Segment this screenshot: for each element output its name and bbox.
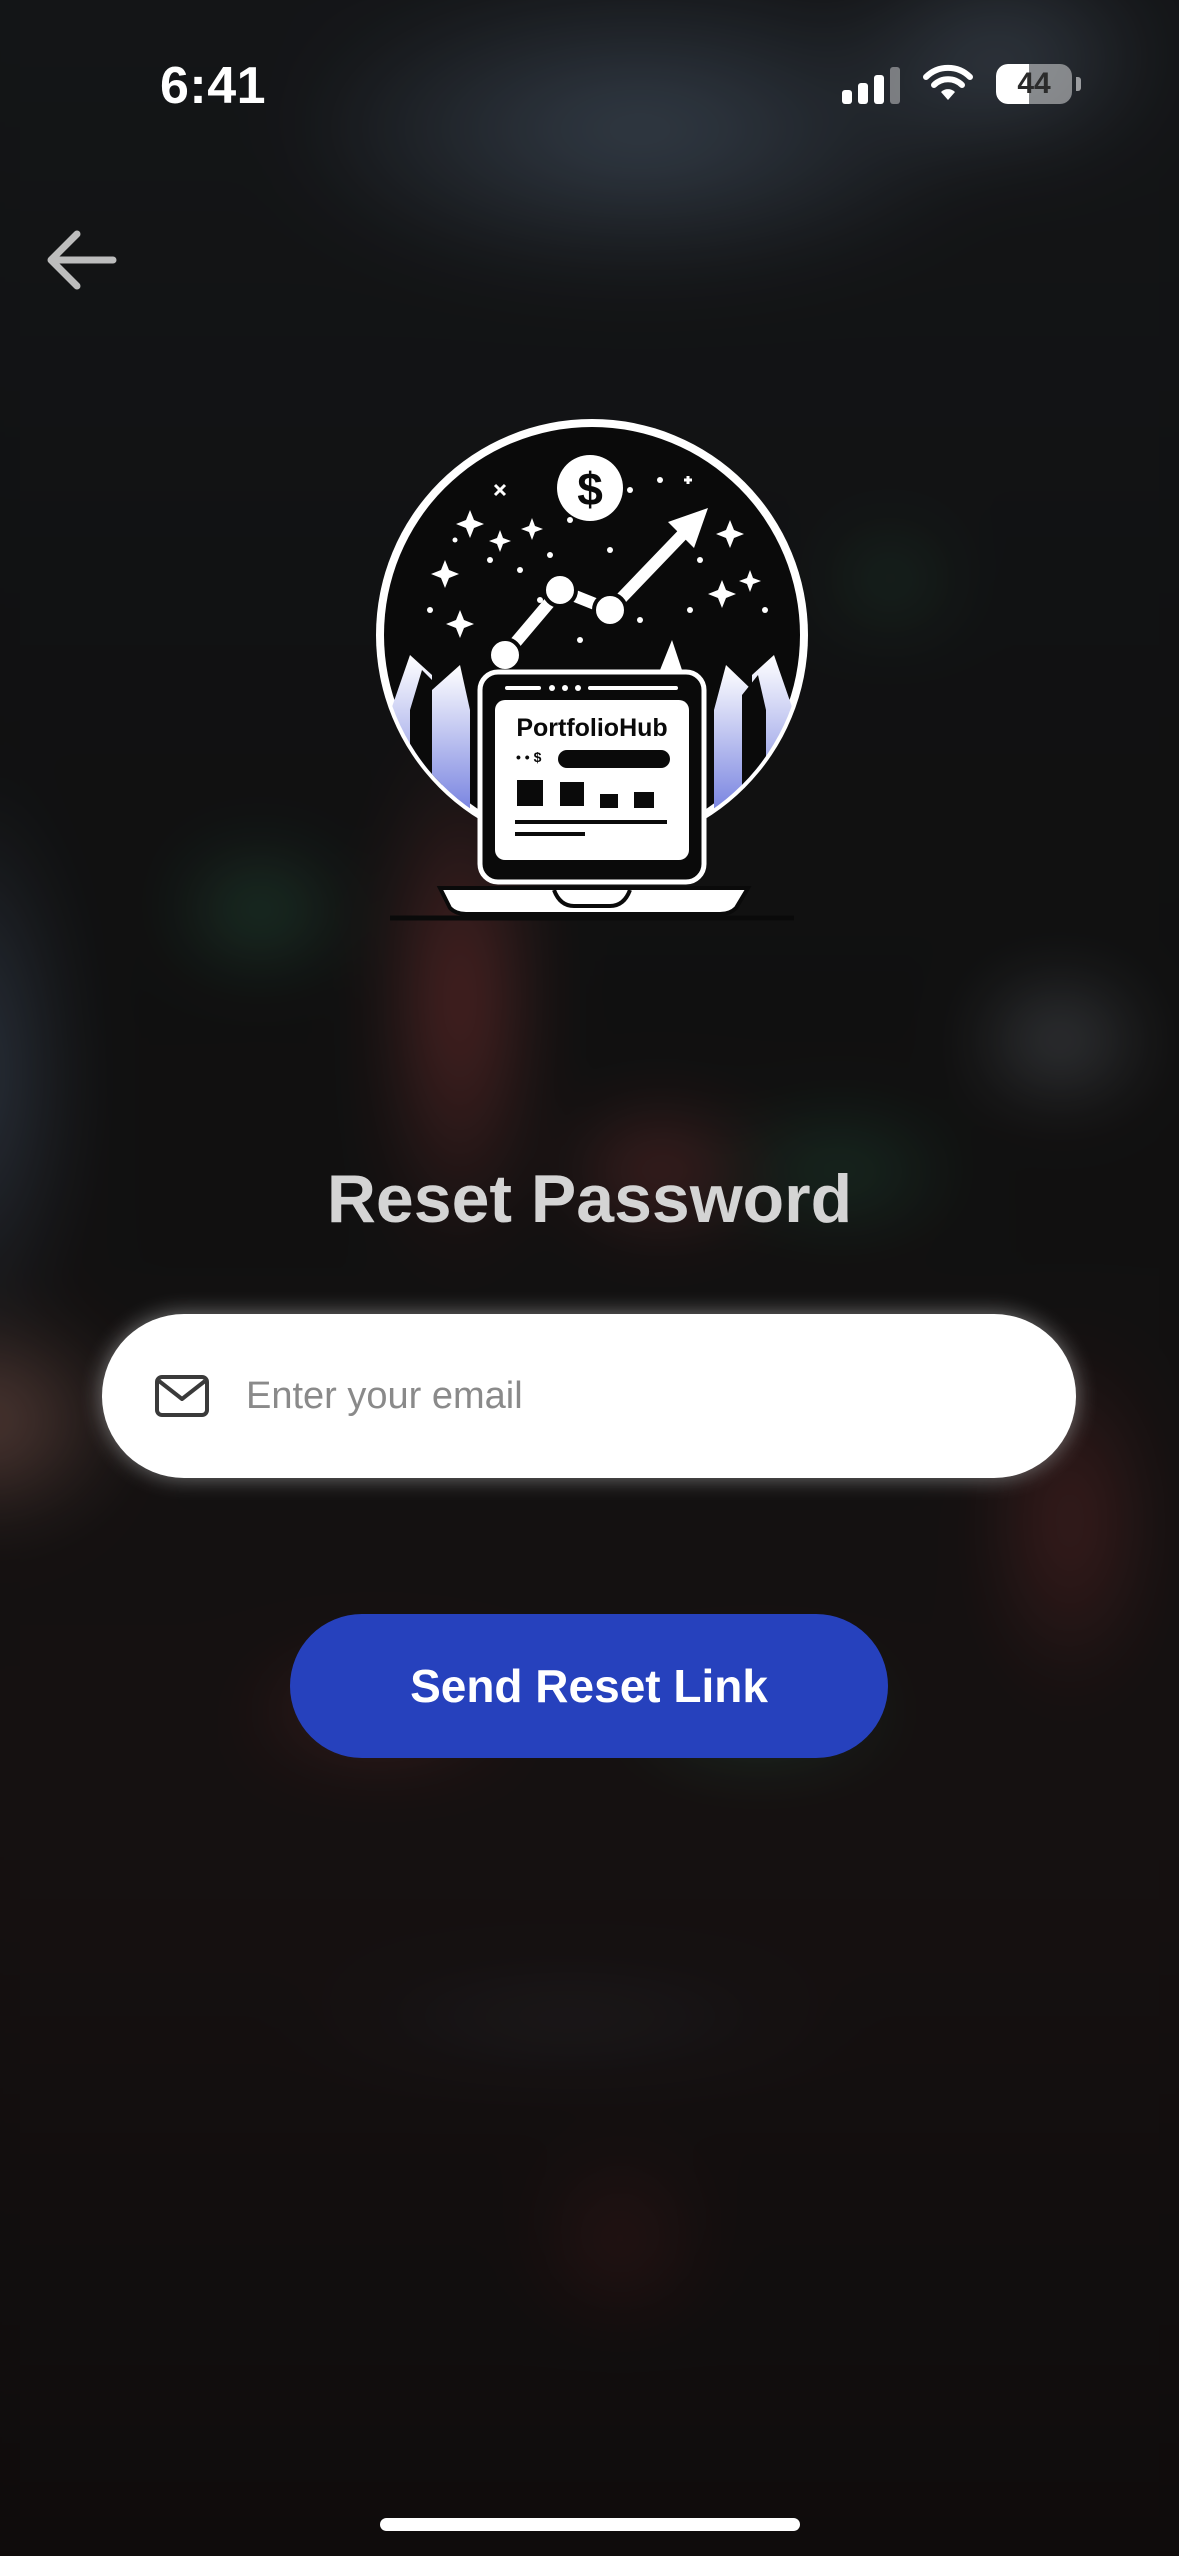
home-indicator xyxy=(380,2518,800,2531)
wifi-icon xyxy=(923,64,973,100)
status-time: 6:41 xyxy=(160,57,267,115)
cellular-signal-icon xyxy=(842,64,900,104)
battery-cap xyxy=(1076,77,1081,91)
battery-percent: 44 xyxy=(1017,67,1051,100)
email-input[interactable] xyxy=(244,1373,1008,1419)
back-button[interactable] xyxy=(36,220,126,300)
page-title: Reset Password xyxy=(326,1161,853,1237)
send-reset-link-button[interactable]: Send Reset Link xyxy=(290,1614,888,1758)
status-icons: 44 xyxy=(842,64,1081,104)
background-overlay xyxy=(0,0,1179,2556)
dollar-coin-icon: $ xyxy=(577,463,603,515)
arrow-left-icon xyxy=(47,230,117,290)
logo-dot-row: • • $ xyxy=(516,749,542,765)
logo-brand-name: PortfolioHub xyxy=(516,714,667,742)
battery-icon: 44 xyxy=(996,64,1072,104)
reset-password-screen: 6:41 44 $ PortfolioHub • • $ Reset Passw… xyxy=(0,0,1179,2556)
portfoliohub-logo: $ PortfolioHub • • $ xyxy=(370,410,810,930)
envelope-icon xyxy=(154,1374,210,1418)
email-field[interactable] xyxy=(102,1314,1076,1478)
